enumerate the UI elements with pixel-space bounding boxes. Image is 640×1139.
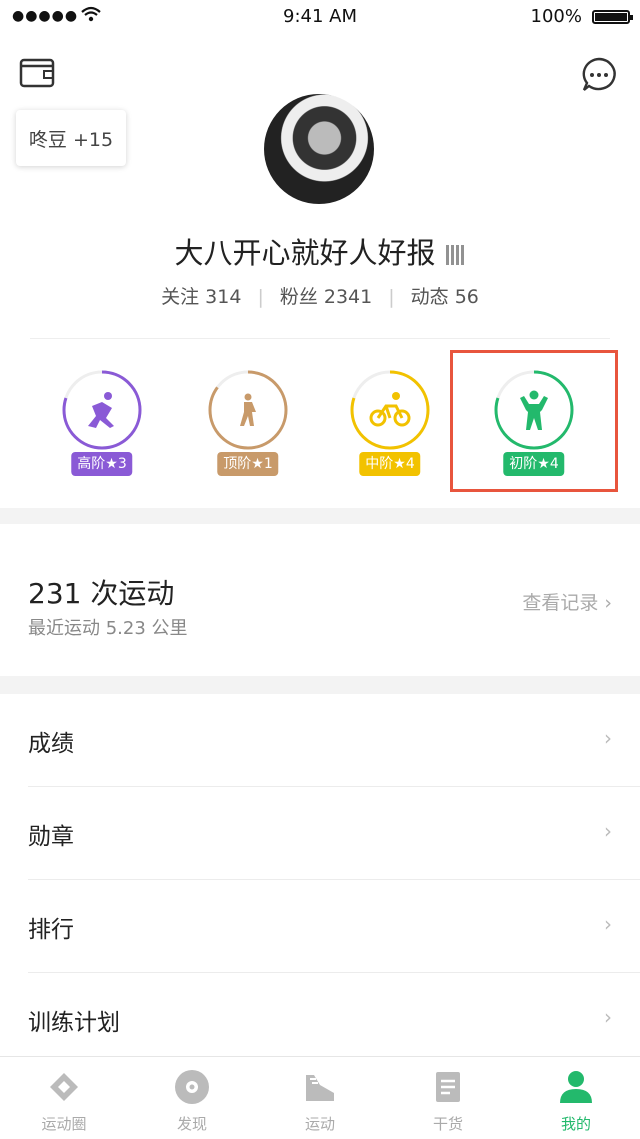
menu-item-label: 勋章 [28, 824, 74, 850]
tab-workout[interactable]: 运动 [256, 1057, 384, 1139]
chevron-right-icon: › [604, 726, 612, 750]
section-gap [0, 508, 640, 524]
chevron-right-icon: › [604, 819, 612, 843]
message-icon[interactable] [580, 56, 618, 94]
view-records-link[interactable]: 查看记录 › [522, 588, 612, 615]
stat-divider: | [257, 286, 264, 308]
level-cycling[interactable]: 中阶★4 [330, 360, 450, 480]
level-badge-running: 高阶★3 [71, 452, 133, 476]
stat-divider: | [388, 286, 395, 308]
shoe-icon [306, 1075, 334, 1101]
battery-icon [592, 10, 633, 24]
tab-label: 运动 [304, 1115, 335, 1133]
chevron-right-icon: › [604, 912, 612, 936]
wallet-icon[interactable] [18, 54, 56, 92]
workout-count: 231 次运动 [28, 577, 175, 610]
compass-icon [175, 1070, 209, 1104]
cycling-icon [350, 370, 430, 450]
divider [30, 338, 610, 339]
profile-stats: 关注 314 | 粉丝 2341 | 动态 56 [0, 282, 640, 309]
tab-label: 我的 [560, 1115, 591, 1133]
avatar[interactable] [264, 94, 374, 204]
document-icon [436, 1072, 460, 1102]
points-tooltip: 咚豆 +15 [16, 110, 126, 166]
points-text: 咚豆 +15 [28, 128, 114, 151]
menu-item-ranking[interactable]: 排行 › [28, 880, 640, 973]
menu-list: 成绩 › 勋章 › 排行 › 训练计划 › [0, 694, 640, 1066]
level-badge-walking: 顶阶★1 [217, 452, 279, 476]
level-walking[interactable]: 顶阶★1 [188, 360, 308, 480]
user-icon [560, 1071, 592, 1103]
tab-label: 运动圈 [41, 1115, 87, 1133]
menu-item-label: 训练计划 [28, 1010, 120, 1036]
tab-me[interactable]: 我的 [512, 1057, 640, 1139]
menu-item-label: 排行 [28, 917, 74, 943]
tab-discover[interactable]: 发现 [128, 1057, 256, 1139]
walking-icon [208, 370, 288, 450]
battery-percent: 100% [530, 6, 582, 27]
tab-label: 发现 [176, 1115, 207, 1133]
highlight-box [450, 350, 618, 492]
profile-name: 大八开心就好人好报 [174, 236, 436, 270]
running-icon [62, 370, 142, 450]
recent-workout: 最近运动 5.23 公里 [28, 618, 188, 639]
tab-label: 干货 [432, 1115, 463, 1133]
level-badge-cycling: 中阶★4 [359, 452, 421, 476]
workout-summary[interactable]: 231 次运动 最近运动 5.23 公里 查看记录 › [0, 524, 640, 676]
tab-bar: 运动圈 发现 运动 干货 我的 [0, 1056, 640, 1139]
stat-followers[interactable]: 粉丝 2341 [280, 286, 372, 308]
tab-articles[interactable]: 干货 [384, 1057, 512, 1139]
menu-item-training-plan[interactable]: 训练计划 › [28, 973, 640, 1066]
sports-circle-icon [50, 1073, 78, 1101]
stat-following[interactable]: 关注 314 [161, 286, 241, 308]
section-gap [0, 676, 640, 694]
menu-item-scores[interactable]: 成绩 › [28, 694, 640, 787]
chevron-right-icon: › [604, 1005, 612, 1029]
level-running[interactable]: 高阶★3 [42, 360, 162, 480]
stat-posts[interactable]: 动态 56 [411, 286, 479, 308]
qr-code-icon[interactable] [445, 245, 466, 265]
menu-item-medals[interactable]: 勋章 › [28, 787, 640, 880]
profile-name-row: 大八开心就好人好报 [0, 230, 640, 272]
menu-item-label: 成绩 [28, 731, 74, 757]
status-bar: ●●●●● 9:41 AM 100% [0, 0, 640, 34]
tab-sports-circle[interactable]: 运动圈 [0, 1057, 128, 1139]
